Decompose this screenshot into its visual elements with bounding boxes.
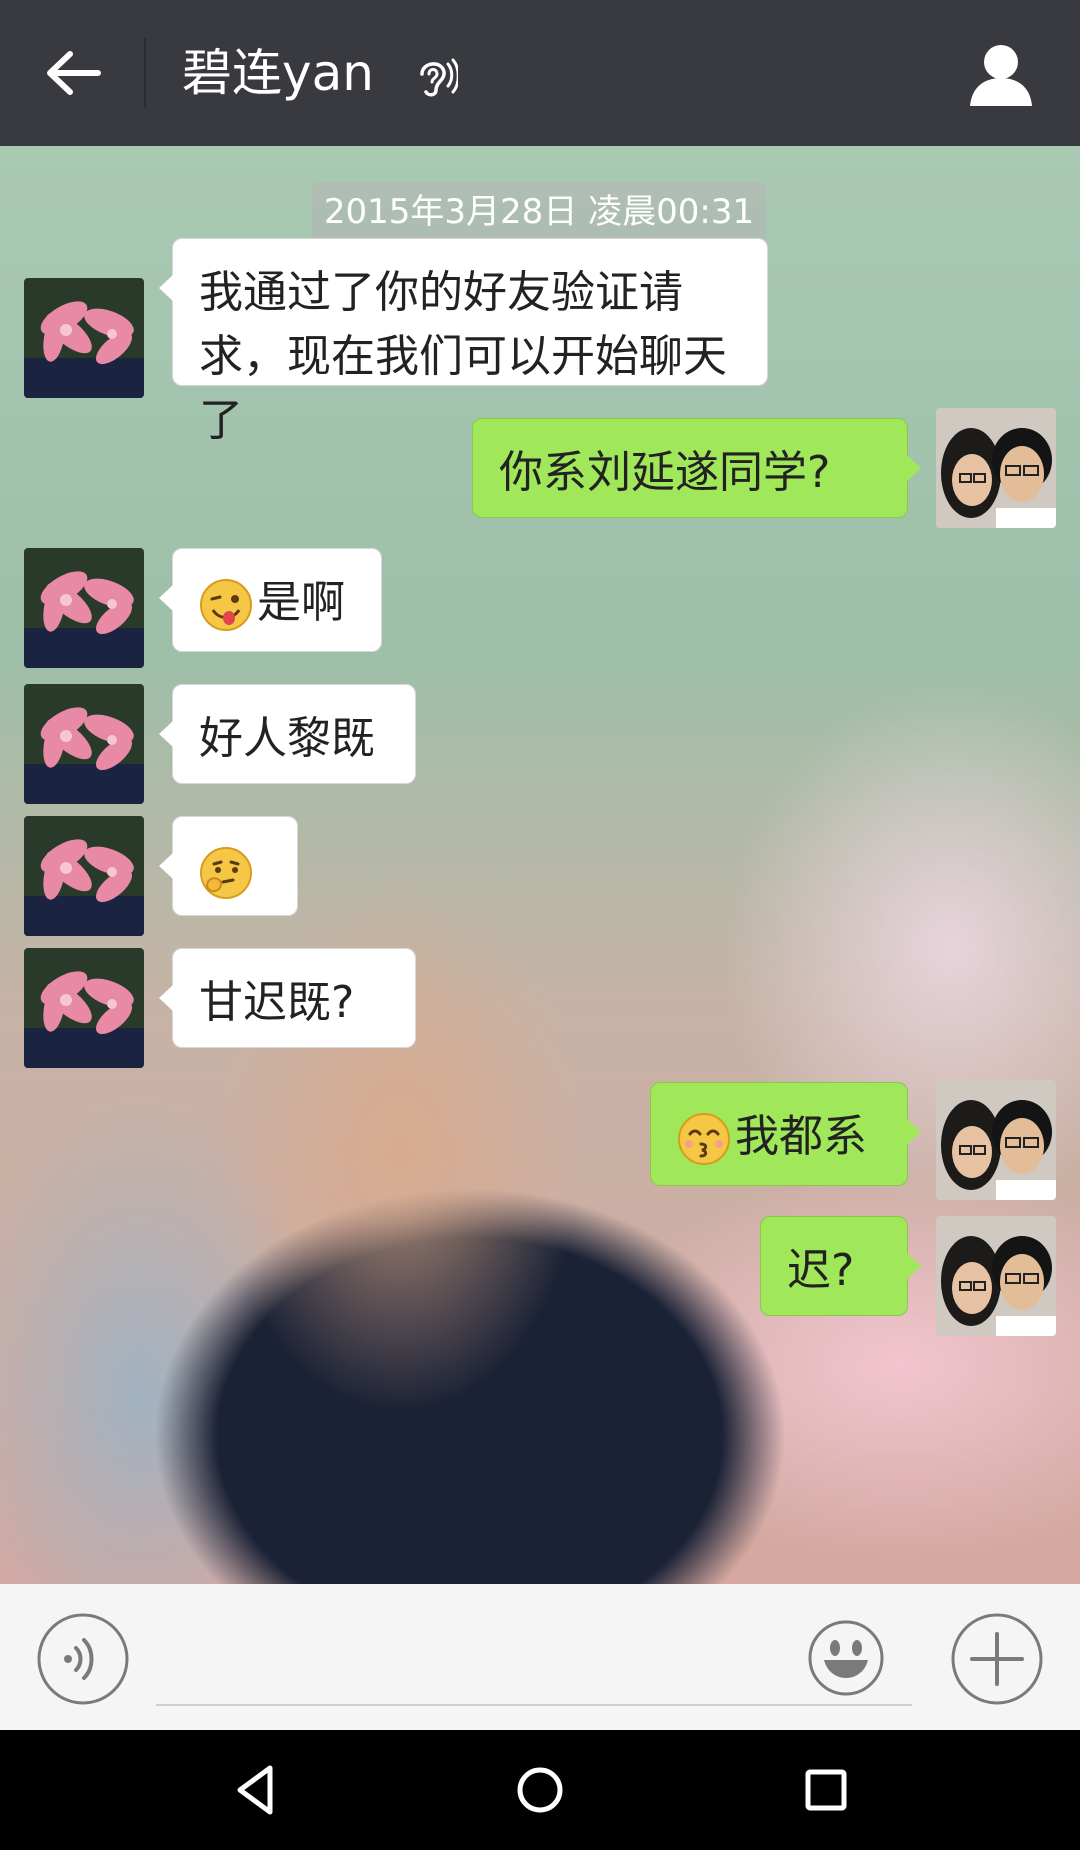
chat-area[interactable]: 2015年3月28日 凌晨00:31 我通过了你的好友验证请求，现在我们可以开始… — [0, 146, 1080, 1584]
message-timestamp: 2015年3月28日 凌晨00:31 — [312, 182, 766, 242]
message-text: 我都系 — [735, 1111, 867, 1162]
smiley-icon[interactable] — [806, 1618, 886, 1698]
wink-tongue-emoji — [200, 579, 252, 631]
ear-icon — [420, 58, 458, 97]
contact-avatar[interactable] — [24, 948, 144, 1068]
chat-title[interactable]: 碧连yan — [182, 40, 374, 106]
system-nav-bar — [0, 1730, 1080, 1850]
message-bubble[interactable]: 甘迟既? — [159, 948, 416, 1048]
contact-avatar[interactable] — [24, 548, 144, 668]
plus-icon[interactable] — [950, 1612, 1044, 1706]
appbar-divider — [144, 38, 146, 108]
message-bubble[interactable]: 你系刘延遂同学? — [472, 418, 921, 518]
input-bar — [0, 1584, 1080, 1730]
message-bubble[interactable]: 我通过了你的好友验证请求，现在我们可以开始聊天了 — [159, 238, 768, 446]
contact-avatar[interactable] — [24, 278, 144, 398]
message-bubble[interactable]: 是啊 — [159, 548, 382, 652]
self-avatar[interactable] — [936, 1216, 1056, 1336]
self-avatar[interactable] — [936, 408, 1056, 528]
message-text: 是啊 — [257, 577, 345, 628]
message-bubble[interactable] — [159, 816, 298, 916]
message-input[interactable] — [156, 1704, 912, 1706]
message-bubble[interactable]: 好人黎既 — [159, 684, 416, 784]
nav-recents-icon[interactable] — [796, 1760, 856, 1820]
kissing-emoji — [678, 1113, 730, 1165]
app-bar: 碧连yan — [0, 0, 1080, 146]
nav-back-icon[interactable] — [226, 1760, 286, 1820]
message-bubble[interactable]: 我都系 — [650, 1082, 921, 1186]
message-text: 你系刘延遂同学? — [499, 447, 831, 498]
arrow-left-icon[interactable] — [40, 40, 106, 106]
message-text: 迟? — [787, 1245, 855, 1296]
message-text: 好人黎既 — [199, 713, 375, 764]
person-icon[interactable] — [968, 40, 1034, 108]
thinking-emoji — [200, 847, 252, 899]
message-bubble[interactable]: 迟? — [760, 1216, 921, 1316]
voice-icon[interactable] — [36, 1612, 130, 1706]
contact-avatar[interactable] — [24, 684, 144, 804]
nav-home-icon[interactable] — [510, 1760, 570, 1820]
self-avatar[interactable] — [936, 1080, 1056, 1200]
contact-avatar[interactable] — [24, 816, 144, 936]
message-text: 甘迟既? — [199, 977, 355, 1028]
